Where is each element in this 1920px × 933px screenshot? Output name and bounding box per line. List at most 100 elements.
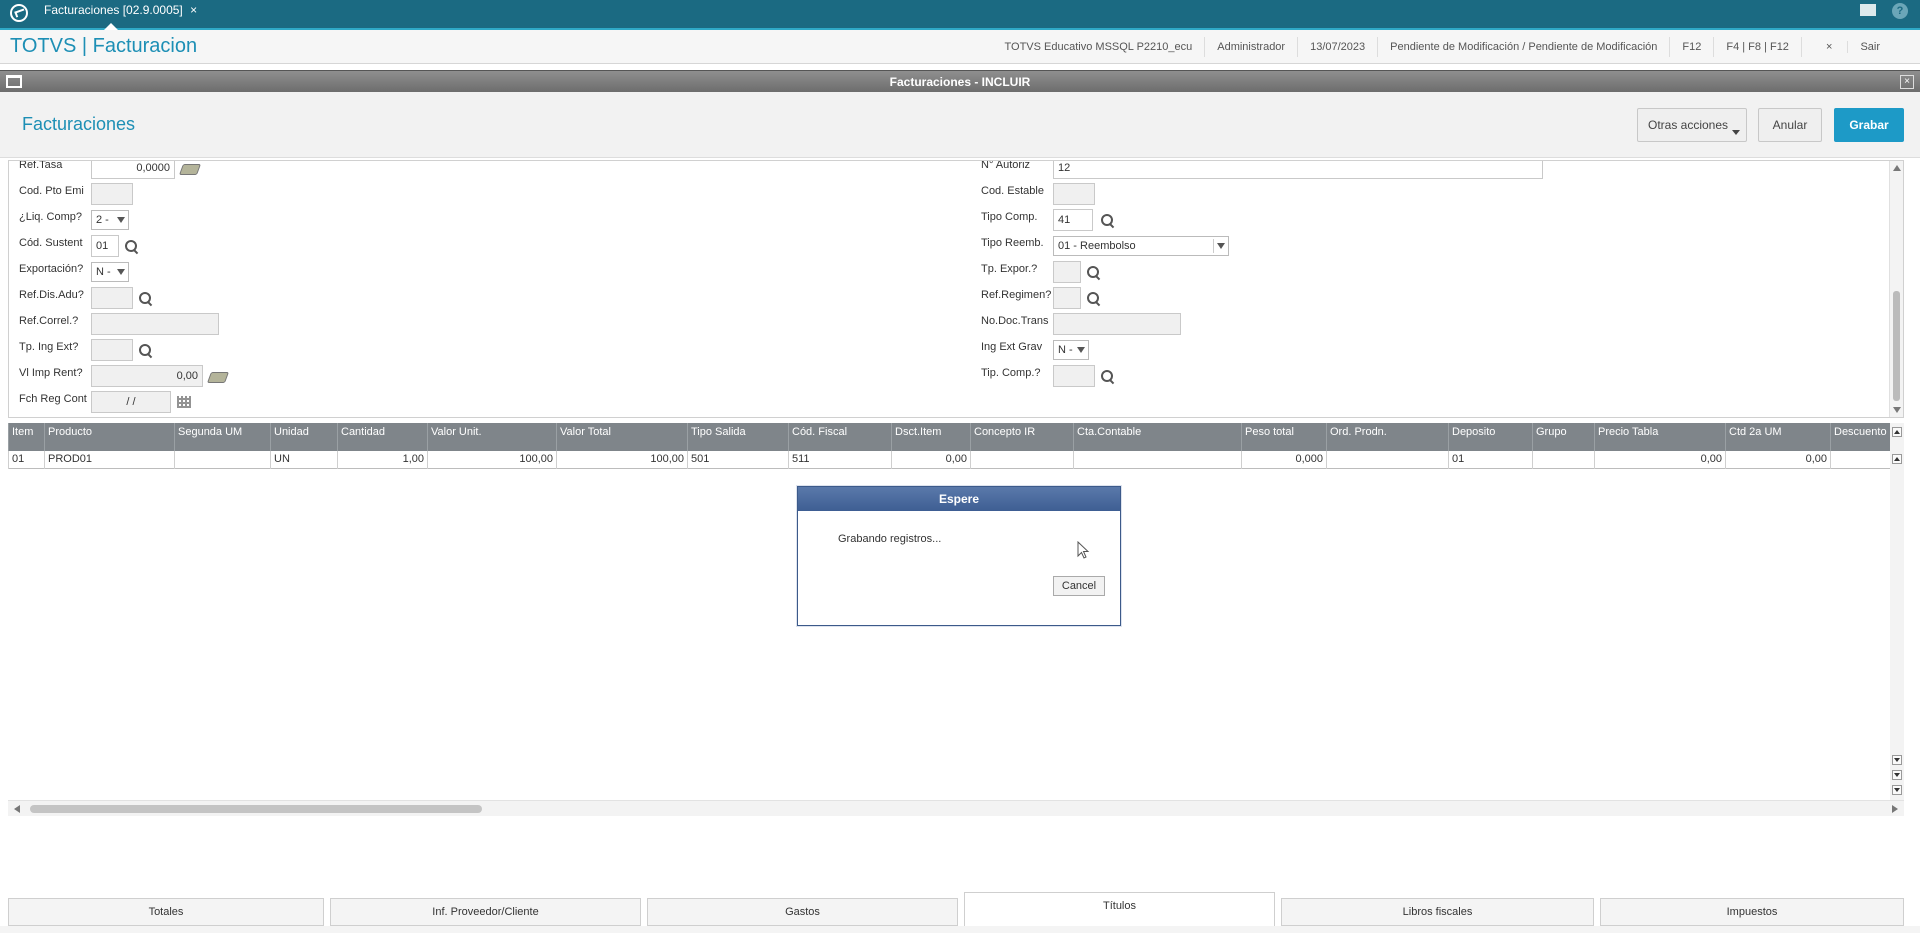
table-cell[interactable] bbox=[1073, 451, 1241, 469]
exit-button[interactable]: × Sair bbox=[1800, 37, 1904, 57]
column-header[interactable]: Ord. Prodn. bbox=[1326, 423, 1448, 451]
column-header[interactable]: Deposito bbox=[1448, 423, 1532, 451]
cancel-button[interactable]: Cancel bbox=[1053, 576, 1105, 596]
table-cell[interactable]: 100,00 bbox=[427, 451, 556, 469]
column-header[interactable]: Valor Unit. bbox=[427, 423, 556, 451]
search-icon[interactable] bbox=[1087, 292, 1101, 306]
vl-imp-rent-input[interactable]: 0,00 bbox=[91, 365, 203, 387]
tipo-reemb-select[interactable]: 01 - Reembolso bbox=[1053, 236, 1229, 256]
liq-comp-select[interactable]: 2 - bbox=[91, 210, 129, 230]
ing-ext-grav-select[interactable]: N - bbox=[1053, 340, 1089, 360]
calculator-icon[interactable] bbox=[178, 164, 202, 175]
column-header[interactable]: Dsct.Item bbox=[891, 423, 970, 451]
scroll-top-icon[interactable] bbox=[1892, 427, 1902, 437]
tab-impuestos[interactable]: Impuestos bbox=[1600, 898, 1904, 926]
tab-facturaciones[interactable]: Facturaciones [02.9.0005] × bbox=[36, 0, 205, 30]
search-icon[interactable] bbox=[1101, 370, 1115, 384]
table-cell[interactable]: UN bbox=[270, 451, 337, 469]
column-header[interactable]: Peso total bbox=[1241, 423, 1326, 451]
table-cell[interactable] bbox=[970, 451, 1073, 469]
column-header[interactable]: Cantidad bbox=[337, 423, 427, 451]
table-cell[interactable]: PROD01 bbox=[44, 451, 174, 469]
tp-expor-input[interactable] bbox=[1053, 261, 1081, 283]
form-vertical-scrollbar[interactable] bbox=[1889, 161, 1903, 417]
tab-inf-proveedor-cliente[interactable]: Inf. Proveedor/Cliente bbox=[330, 898, 641, 926]
totvs-logo-icon[interactable] bbox=[10, 4, 28, 22]
search-icon[interactable] bbox=[139, 292, 153, 306]
search-icon[interactable] bbox=[125, 240, 139, 254]
scroll-down-icon[interactable] bbox=[1892, 755, 1902, 765]
table-row[interactable]: 01 PROD01 UN 1,00 100,00 100,00 501 511 0,00 0,00… bbox=[8, 451, 1890, 469]
tipo-comp-input[interactable]: 41 bbox=[1053, 209, 1093, 231]
cod-sustent-input[interactable]: 01 bbox=[91, 235, 119, 257]
tab-close-icon[interactable]: × bbox=[190, 3, 197, 17]
table-cell[interactable]: 0,00 bbox=[891, 451, 970, 469]
column-header[interactable]: Ctd 2a UM bbox=[1725, 423, 1830, 451]
tab-gastos[interactable]: Gastos bbox=[647, 898, 958, 926]
ref-dis-adu-input[interactable] bbox=[91, 287, 133, 309]
tab-libros-fiscales[interactable]: Libros fiscales bbox=[1281, 898, 1594, 926]
shortcut-f12[interactable]: F12 bbox=[1669, 37, 1713, 57]
scroll-right-icon[interactable] bbox=[1892, 805, 1898, 813]
tab-t-tulos[interactable]: Títulos bbox=[964, 892, 1275, 926]
scroll-thumb[interactable] bbox=[1893, 291, 1900, 401]
table-cell[interactable] bbox=[1830, 451, 1890, 469]
table-cell[interactable]: 501 bbox=[687, 451, 788, 469]
table-cell[interactable]: 0,00 bbox=[1725, 451, 1830, 469]
exportacion-select[interactable]: N - bbox=[91, 262, 129, 282]
shortcut-f4-f8-f12[interactable]: F4 | F8 | F12 bbox=[1713, 37, 1801, 57]
search-icon[interactable] bbox=[1087, 266, 1101, 280]
ref-correl-input[interactable] bbox=[91, 313, 219, 335]
column-header[interactable]: Unidad bbox=[270, 423, 337, 451]
cod-estable-input[interactable] bbox=[1053, 183, 1095, 205]
no-doc-trans-input[interactable] bbox=[1053, 313, 1181, 335]
tip-comp-input[interactable] bbox=[1053, 365, 1095, 387]
grabar-button[interactable]: Grabar bbox=[1834, 108, 1904, 142]
column-header[interactable]: Grupo bbox=[1532, 423, 1594, 451]
scroll-up-icon[interactable] bbox=[1892, 454, 1902, 464]
column-header[interactable]: Valor Total bbox=[556, 423, 687, 451]
scroll-bottom-icon[interactable] bbox=[1892, 785, 1902, 795]
n-autoriz-input[interactable]: 12 bbox=[1053, 161, 1543, 179]
table-cell[interactable] bbox=[174, 451, 270, 469]
table-cell[interactable] bbox=[1532, 451, 1594, 469]
table-cell[interactable]: 0,00 bbox=[1594, 451, 1725, 469]
search-icon[interactable] bbox=[139, 344, 153, 358]
column-header[interactable]: Cta.Contable bbox=[1073, 423, 1241, 451]
tp-ing-ext-input[interactable] bbox=[91, 339, 133, 361]
scroll-left-icon[interactable] bbox=[14, 805, 20, 813]
scroll-page-down-icon[interactable] bbox=[1892, 770, 1902, 780]
column-header[interactable]: Item bbox=[8, 423, 44, 451]
table-cell[interactable]: 01 bbox=[8, 451, 44, 469]
table-cell[interactable]: 01 bbox=[1448, 451, 1532, 469]
scroll-down-icon[interactable] bbox=[1893, 407, 1901, 413]
column-header[interactable]: Segunda UM bbox=[174, 423, 270, 451]
horizontal-scroll-thumb[interactable] bbox=[30, 805, 482, 813]
table-cell[interactable] bbox=[1326, 451, 1448, 469]
help-icon[interactable]: ? bbox=[1892, 3, 1908, 19]
column-header[interactable]: Concepto IR bbox=[970, 423, 1073, 451]
calculator-icon[interactable] bbox=[206, 372, 230, 383]
search-icon[interactable] bbox=[1101, 214, 1115, 228]
ref-tasa-input[interactable]: 0,0000 bbox=[91, 161, 175, 179]
scroll-up-icon[interactable] bbox=[1893, 165, 1901, 171]
grid-vertical-scrollbar[interactable] bbox=[1890, 423, 1904, 803]
calendar-icon[interactable] bbox=[177, 396, 191, 408]
table-cell[interactable]: 511 bbox=[788, 451, 891, 469]
fch-reg-cont-input[interactable]: / / bbox=[91, 391, 171, 413]
cod-pto-emi-input[interactable] bbox=[91, 183, 133, 205]
column-header[interactable]: Cód. Fiscal bbox=[788, 423, 891, 451]
table-cell[interactable]: 0,000 bbox=[1241, 451, 1326, 469]
anular-button[interactable]: Anular bbox=[1758, 108, 1822, 142]
table-cell[interactable]: 1,00 bbox=[337, 451, 427, 469]
ref-regimen-input[interactable] bbox=[1053, 287, 1081, 309]
otras-acciones-button[interactable]: Otras acciones bbox=[1637, 108, 1747, 142]
tab-totales[interactable]: Totales bbox=[8, 898, 324, 926]
column-header[interactable]: Precio Tabla bbox=[1594, 423, 1725, 451]
table-cell[interactable]: 100,00 bbox=[556, 451, 687, 469]
grid-horizontal-scrollbar[interactable] bbox=[8, 800, 1904, 816]
mail-icon[interactable] bbox=[1860, 4, 1876, 16]
column-header[interactable]: Producto bbox=[44, 423, 174, 451]
window-close-icon[interactable]: × bbox=[1900, 75, 1914, 89]
column-header[interactable]: Descuento bbox=[1830, 423, 1890, 451]
